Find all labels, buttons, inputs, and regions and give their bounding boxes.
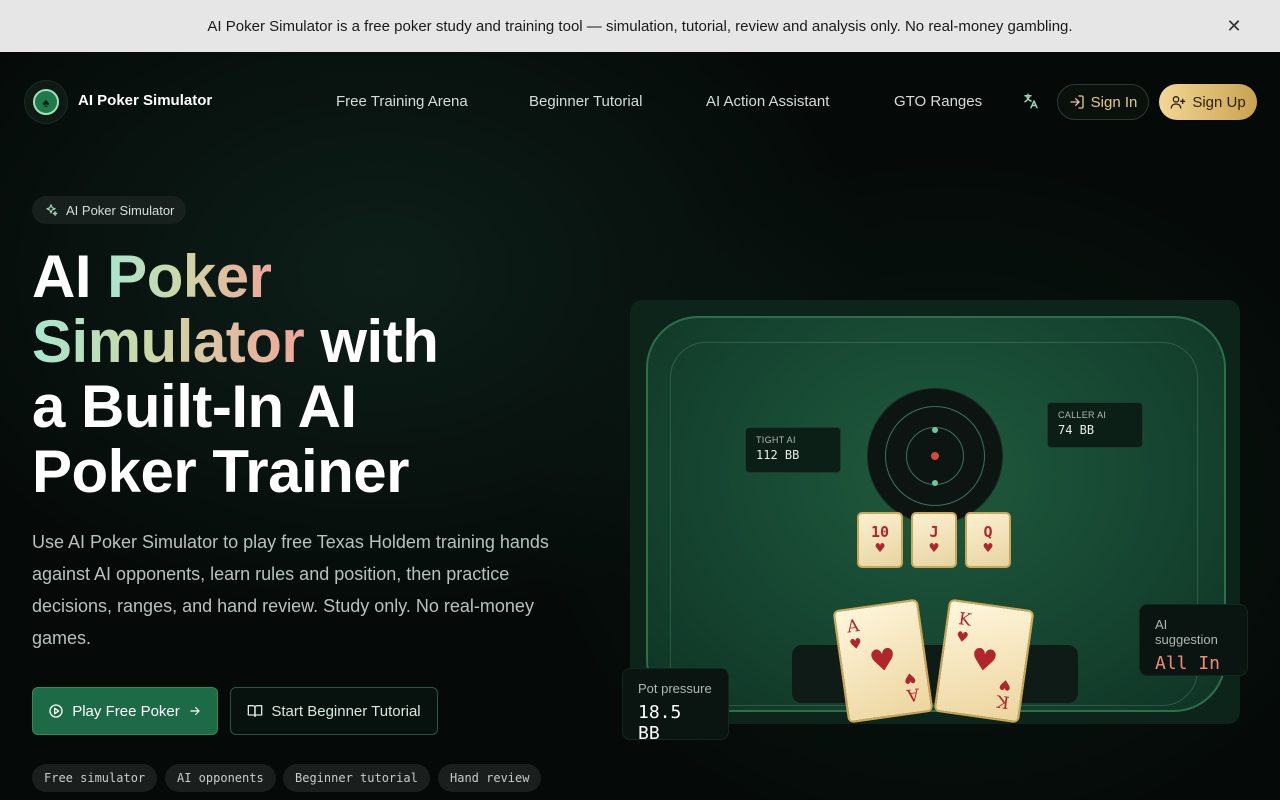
- logo[interactable]: ♠: [24, 80, 68, 124]
- heart-icon: ♥: [983, 539, 993, 557]
- main-area: ♠ AI Poker Simulator Free Training Arena…: [0, 52, 1280, 800]
- nav-link-gto-ranges[interactable]: GTO Ranges: [894, 93, 982, 110]
- card-rank: K: [957, 609, 973, 631]
- title-line4: Poker Trainer: [32, 438, 410, 505]
- heart-icon: ♥: [954, 628, 970, 647]
- pill-label: AI Poker Simulator: [66, 202, 175, 218]
- heart-icon: ♥: [848, 635, 864, 654]
- banner-text: AI Poker Simulator is a free poker study…: [207, 17, 1073, 35]
- card-rank: J: [929, 523, 939, 541]
- pot-label: Pot pressure: [638, 681, 712, 696]
- board-card-1: 10 ♥: [857, 512, 903, 568]
- title-with: with: [304, 308, 439, 375]
- radar-center-dot: [931, 452, 939, 460]
- close-icon[interactable]: ✕: [1224, 16, 1244, 36]
- play-button-label: Play Free Poker: [72, 702, 180, 720]
- ai-suggestion-box: AI suggestion All In: [1139, 604, 1248, 676]
- arrow-right-icon: [190, 706, 200, 716]
- suggestion-value: All In: [1155, 653, 1221, 674]
- tag-beginner-tutorial: Beginner tutorial: [283, 764, 430, 792]
- sign-in-icon: [1069, 95, 1084, 109]
- card-rank: K: [995, 690, 1011, 712]
- hole-card-king: K ♥ ♥ ♥ K: [933, 598, 1035, 724]
- tag-free-simulator: Free simulator: [32, 764, 158, 792]
- ai-radar-indicator: [867, 388, 1003, 524]
- heart-icon: ♥: [929, 539, 939, 557]
- hero-pill: AI Poker Simulator: [32, 196, 187, 224]
- play-free-poker-button[interactable]: Play Free Poker: [32, 687, 218, 735]
- seat-tight-ai: TIGHT AI 112 BB: [745, 427, 841, 473]
- tutorial-button-label: Start Beginner Tutorial: [271, 702, 421, 720]
- suggestion-label: AI suggestion: [1155, 617, 1218, 647]
- board-card-2: J ♥: [911, 512, 957, 568]
- seat-stack: 112 BB: [756, 448, 800, 462]
- hole-card-ace: A ♥ ♥ ♥ A: [832, 598, 934, 724]
- title-ai: AI: [32, 243, 108, 310]
- start-tutorial-button[interactable]: Start Beginner Tutorial: [230, 687, 438, 735]
- book-icon: [248, 705, 263, 717]
- seat-name: TIGHT AI: [756, 435, 796, 445]
- title-line3: a Built-In AI: [32, 373, 357, 440]
- sign-up-button[interactable]: Sign Up: [1159, 84, 1257, 120]
- card-rank: 10: [870, 523, 890, 541]
- heart-icon: ♥: [867, 641, 899, 681]
- radar-dot-bottom: [932, 480, 938, 486]
- brand-name[interactable]: AI Poker Simulator: [78, 92, 212, 109]
- play-circle-icon: [49, 704, 63, 718]
- seat-stack: 74 BB: [1058, 423, 1095, 437]
- pot-pressure-box: Pot pressure 18.5 BB: [622, 668, 729, 744]
- sign-in-label: Sign In: [1090, 93, 1138, 111]
- sign-in-button[interactable]: Sign In: [1057, 84, 1149, 120]
- spade-icon: ♠: [33, 89, 59, 115]
- translate-icon[interactable]: [1022, 92, 1042, 112]
- card-rank: A: [905, 683, 921, 705]
- seat-caller-ai: CALLER AI 74 BB: [1047, 402, 1143, 448]
- radar-dot-top: [932, 427, 938, 433]
- nav-link-beginner-tutorial[interactable]: Beginner Tutorial: [529, 93, 642, 110]
- disclaimer-banner: AI Poker Simulator is a free poker study…: [0, 0, 1280, 52]
- hero-title: AI Poker Simulator with a Built-In AI Po…: [32, 244, 552, 504]
- seat-name: CALLER AI: [1058, 410, 1107, 420]
- sparkles-icon: [46, 204, 58, 216]
- hero-description: Use AI Poker Simulator to play free Texa…: [32, 532, 549, 648]
- board-card-3: Q ♥: [965, 512, 1011, 568]
- tag-ai-opponents: AI opponents: [165, 764, 276, 792]
- nav-link-ai-action-assistant[interactable]: AI Action Assistant: [706, 93, 829, 110]
- heart-icon: ♥: [968, 641, 1000, 681]
- title-simulator: Simulator: [32, 308, 305, 375]
- top-nav: ♠ AI Poker Simulator Free Training Arena…: [0, 52, 1280, 152]
- title-poker: Poker: [107, 243, 272, 310]
- card-rank: A: [845, 616, 861, 638]
- pot-value: 18.5 BB: [638, 702, 682, 744]
- heart-icon: ♥: [875, 539, 885, 557]
- nav-link-training-arena[interactable]: Free Training Arena: [336, 93, 468, 110]
- user-plus-icon: [1170, 96, 1186, 109]
- sign-up-label: Sign Up: [1192, 93, 1246, 111]
- tag-hand-review: Hand review: [438, 764, 542, 792]
- card-rank: Q: [983, 523, 993, 541]
